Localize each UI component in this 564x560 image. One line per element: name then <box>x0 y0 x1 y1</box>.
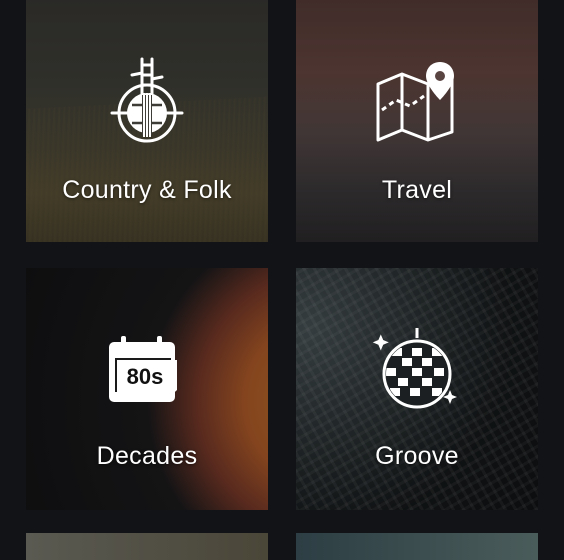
tile-background <box>296 533 538 560</box>
calendar-80s-icon: 80s <box>107 334 187 411</box>
tile-country-folk[interactable]: Country & Folk <box>26 0 268 242</box>
svg-text:80s: 80s <box>127 364 164 389</box>
map-pin-icon <box>374 60 460 147</box>
tile-partial[interactable] <box>26 533 268 560</box>
banjo-icon <box>102 55 192 150</box>
disco-ball-icon <box>372 326 462 417</box>
genre-grid: Country & Folk Travel 80s Decades Groove <box>0 0 564 560</box>
tile-groove[interactable]: Groove <box>296 268 538 510</box>
tile-partial[interactable] <box>296 533 538 560</box>
tile-background <box>26 533 268 560</box>
tile-decades[interactable]: 80s Decades <box>26 268 268 510</box>
tile-label: Travel <box>381 176 453 204</box>
tile-label: Country & Folk <box>62 176 232 204</box>
tile-label: Decades <box>96 442 198 470</box>
tile-label: Groove <box>375 442 459 470</box>
tile-travel[interactable]: Travel <box>296 0 538 242</box>
